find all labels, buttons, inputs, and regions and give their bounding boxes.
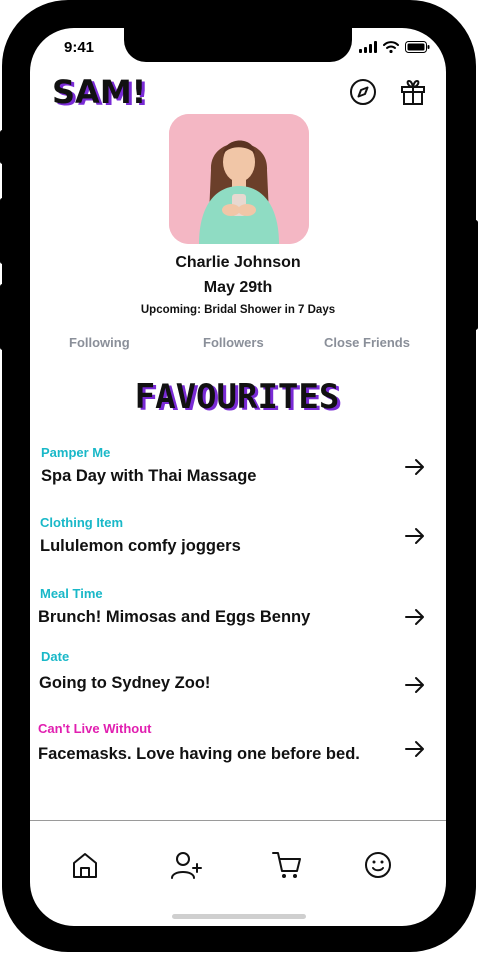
- favourite-text: Brunch! Mimosas and Eggs Benny: [38, 608, 311, 626]
- phone-mockup: 9:41 SAM! SAM! Charlie Johnson May 29th …: [0, 0, 478, 954]
- favourite-item-cant-live-without[interactable]: Can't Live Without Facemasks. Love havin…: [38, 721, 438, 764]
- app-logo: SAM! SAM!: [52, 72, 152, 117]
- app-screen: 9:41 SAM! SAM! Charlie Johnson May 29th …: [30, 28, 446, 926]
- battery-icon: [405, 41, 430, 53]
- logo-text: SAM!: [52, 73, 146, 111]
- favourite-category: Can't Live Without: [38, 721, 152, 736]
- following-link[interactable]: Following: [69, 335, 130, 350]
- favourite-category: Meal Time: [40, 586, 103, 601]
- favourites-title: FAVOURITES: [135, 377, 340, 417]
- compass-icon[interactable]: [349, 78, 377, 106]
- smiley-icon[interactable]: [364, 850, 392, 880]
- arrow-right-icon[interactable]: [404, 456, 426, 478]
- profile-birthday: May 29th: [203, 279, 273, 296]
- status-icons: [359, 41, 430, 53]
- close-friends-link[interactable]: Close Friends: [324, 335, 410, 350]
- arrow-right-icon[interactable]: [404, 738, 426, 760]
- signal-icon: [359, 41, 377, 53]
- arrow-right-icon[interactable]: [404, 525, 426, 547]
- favourite-text: Spa Day with Thai Massage: [41, 467, 257, 485]
- favourite-item-clothing[interactable]: Clothing Item Lululemon comfy joggers: [40, 515, 440, 556]
- upcoming-event: Upcoming: Bridal Shower in 7 Days: [140, 304, 336, 316]
- favourite-text: Lululemon comfy joggers: [40, 537, 241, 555]
- add-user-icon[interactable]: [171, 850, 203, 880]
- favourite-item-meal[interactable]: Meal Time Brunch! Mimosas and Eggs Benny: [38, 586, 438, 627]
- cart-icon[interactable]: [272, 850, 302, 880]
- favourite-category: Pamper Me: [41, 445, 111, 460]
- nav-divider: [30, 820, 446, 821]
- favourite-item-date[interactable]: Date Going to Sydney Zoo!: [39, 649, 439, 693]
- profile-name: Charlie Johnson: [175, 254, 301, 271]
- followers-link[interactable]: Followers: [203, 335, 264, 350]
- profile-avatar: [169, 114, 309, 244]
- favourite-category: Date: [41, 649, 70, 664]
- home-icon[interactable]: [71, 850, 99, 880]
- notch: [124, 28, 352, 62]
- favourites-heading: FAVOURITES FAVOURITES: [30, 372, 446, 423]
- gift-icon[interactable]: [399, 78, 427, 106]
- favourite-text: Facemasks. Love having one before bed.: [38, 745, 360, 763]
- favourite-text: Going to Sydney Zoo!: [39, 674, 211, 692]
- arrow-right-icon[interactable]: [404, 606, 426, 628]
- status-time: 9:41: [64, 39, 95, 56]
- favourite-category: Clothing Item: [40, 515, 124, 530]
- arrow-right-icon[interactable]: [404, 674, 426, 696]
- favourite-item-pamper[interactable]: Pamper Me Spa Day with Thai Massage: [41, 445, 441, 486]
- wifi-icon: [383, 41, 399, 53]
- home-indicator[interactable]: [172, 914, 306, 919]
